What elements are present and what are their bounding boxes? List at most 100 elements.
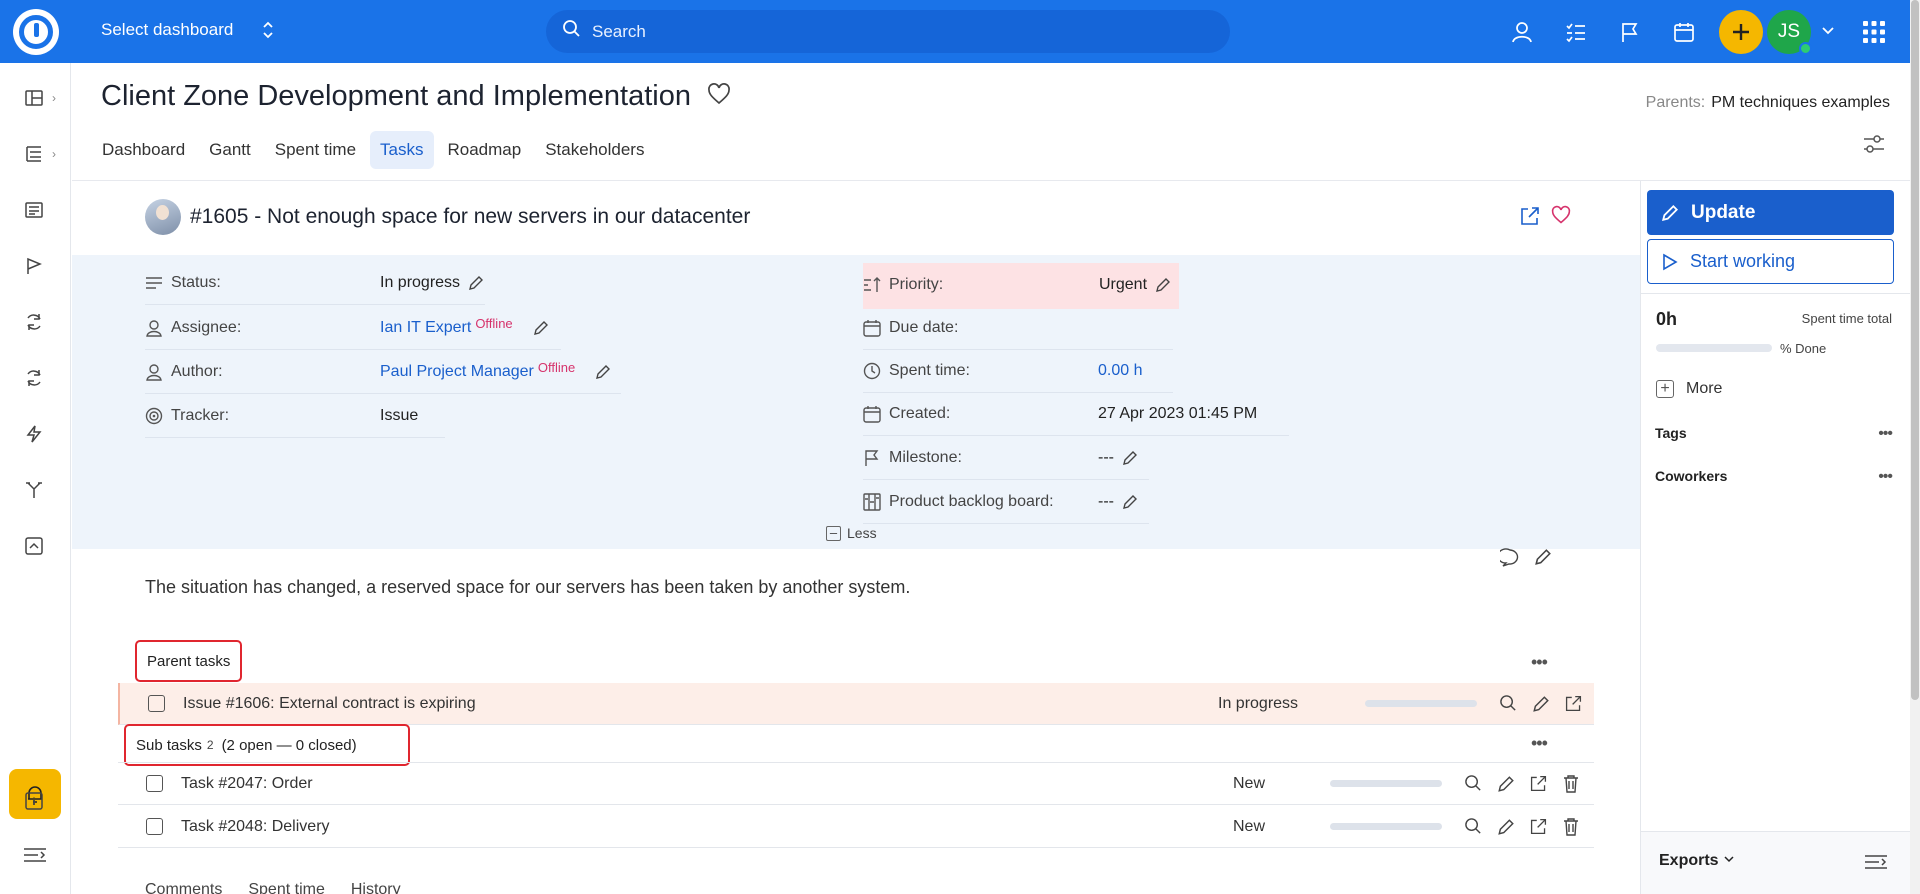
flag-icon[interactable]	[1603, 11, 1657, 54]
attr-backlog: Product backlog board: ---	[863, 481, 1149, 524]
search-icon[interactable]	[1464, 774, 1483, 793]
user-icon[interactable]	[1495, 11, 1549, 54]
trash-icon[interactable]	[1562, 817, 1580, 836]
tab-history[interactable]: History	[351, 881, 401, 894]
less-label: Less	[847, 525, 877, 541]
task-link[interactable]: Issue #1606: External contract is expiri…	[183, 695, 476, 713]
sliders-icon[interactable]	[1862, 133, 1886, 160]
rail-info[interactable]	[24, 786, 64, 816]
sub-task-row[interactable]: Task #2048: Delivery New	[118, 806, 1594, 848]
coworkers-menu-icon[interactable]: •••	[1878, 468, 1893, 486]
tab-roadmap[interactable]: Roadmap	[438, 131, 532, 169]
more-toggle[interactable]: + More	[1656, 380, 1722, 398]
exports-dropdown[interactable]: Exports	[1659, 852, 1735, 870]
add-button[interactable]	[1719, 10, 1763, 54]
rail-actions[interactable]	[24, 419, 64, 449]
chevron-down-icon[interactable]	[1820, 22, 1836, 43]
tab-comments[interactable]: Comments	[145, 881, 222, 894]
task-link[interactable]: Task #2047: Order	[181, 775, 313, 793]
rail-news[interactable]	[24, 195, 64, 225]
open-external-icon[interactable]	[1529, 774, 1548, 793]
author-avatar	[145, 199, 181, 235]
rail-dashboard[interactable]: ›	[24, 83, 64, 113]
user-avatar[interactable]: JS	[1767, 10, 1812, 55]
app-logo[interactable]	[13, 9, 59, 55]
tab-stakeholders[interactable]: Stakeholders	[535, 131, 654, 169]
open-external-icon[interactable]	[1519, 205, 1541, 232]
calendar-icon[interactable]	[1657, 11, 1711, 54]
rail-projects[interactable]: ›	[24, 139, 64, 169]
dashboard-select[interactable]: Select dashboard	[101, 20, 275, 40]
update-button[interactable]: Update	[1647, 190, 1894, 235]
search-icon[interactable]	[1499, 694, 1518, 713]
scrollbar-thumb[interactable]	[1911, 0, 1919, 700]
more-label: More	[1686, 380, 1723, 397]
trash-icon[interactable]	[1562, 774, 1580, 793]
priority-value[interactable]: Urgent	[1099, 276, 1171, 294]
edit-pencil-icon[interactable]	[1532, 695, 1550, 713]
assignee-link[interactable]: Ian IT Expert	[380, 319, 471, 337]
heart-icon[interactable]	[1551, 205, 1571, 232]
rail-sprints[interactable]	[24, 251, 64, 281]
edit-pencil-icon[interactable]	[1497, 775, 1515, 793]
parent-project-link[interactable]: PM techniques examples	[1711, 94, 1890, 111]
search-bar[interactable]	[546, 10, 1230, 53]
open-external-icon[interactable]	[1529, 817, 1548, 836]
open-external-icon[interactable]	[1564, 694, 1583, 713]
parent-task-row[interactable]: Issue #1606: External contract is expiri…	[118, 683, 1594, 725]
row-checkbox[interactable]	[146, 818, 163, 835]
parent-tasks-menu-icon[interactable]: •••	[1531, 652, 1548, 673]
row-checkbox[interactable]	[146, 775, 163, 792]
search-input[interactable]	[592, 21, 1092, 42]
rail-recurring[interactable]	[24, 363, 64, 393]
row-checkbox[interactable]	[148, 695, 165, 712]
chevron-right-icon: ›	[52, 91, 56, 105]
tab-spent-time-log[interactable]: Spent time	[248, 881, 324, 894]
comment-icon[interactable]	[1497, 548, 1520, 573]
rail-reports[interactable]	[24, 531, 64, 561]
heart-icon[interactable]	[707, 80, 731, 113]
calendar-icon	[863, 319, 889, 337]
calendar-icon	[863, 405, 889, 423]
page-title: Client Zone Development and Implementati…	[101, 80, 731, 113]
task-status: New	[1233, 817, 1266, 835]
tab-tasks[interactable]: Tasks	[370, 131, 434, 169]
edit-pencil-icon[interactable]	[533, 320, 549, 336]
start-working-button[interactable]: Start working	[1647, 239, 1894, 284]
spent-time-total-label: Spent time total	[1801, 311, 1892, 326]
backlog-value[interactable]: ---	[1098, 493, 1138, 511]
created-label: Created:	[889, 405, 951, 422]
less-toggle[interactable]: – Less	[826, 525, 877, 541]
tasks-list-icon[interactable]	[1549, 11, 1603, 54]
edit-pencil-icon[interactable]	[1497, 818, 1515, 836]
sub-tasks-menu-icon[interactable]: •••	[1531, 733, 1548, 754]
spent-time-value[interactable]: 0.00 h	[1098, 362, 1142, 380]
left-rail: › ›	[0, 63, 71, 894]
edit-pencil-icon[interactable]	[595, 364, 611, 380]
tab-spent-time[interactable]: Spent time	[265, 131, 366, 169]
priority-text: Urgent	[1099, 275, 1148, 293]
status-value[interactable]: In progress	[380, 274, 484, 292]
rail-sync[interactable]	[24, 307, 64, 337]
tab-gantt[interactable]: Gantt	[199, 131, 261, 169]
due-date-label: Due date:	[889, 319, 959, 336]
attr-tracker: Tracker: Issue	[145, 395, 445, 438]
tab-dashboard[interactable]: Dashboard	[92, 131, 195, 169]
rail-collapse[interactable]	[22, 840, 62, 870]
update-label: Update	[1691, 201, 1756, 223]
tracker-value: Issue	[380, 407, 419, 424]
sub-task-row[interactable]: Task #2047: Order New	[118, 763, 1594, 805]
milestone-value[interactable]: ---	[1098, 449, 1138, 467]
search-icon[interactable]	[1464, 817, 1483, 836]
issue-description: The situation has changed, a reserved sp…	[145, 577, 911, 597]
attr-milestone: Milestone: ---	[863, 437, 1149, 480]
edit-pencil-icon[interactable]	[1534, 548, 1552, 573]
tags-menu-icon[interactable]: •••	[1878, 425, 1893, 443]
author-link[interactable]: Paul Project Manager	[380, 363, 534, 381]
rail-workflow[interactable]	[24, 475, 64, 505]
task-link[interactable]: Task #2048: Delivery	[181, 818, 330, 836]
collapse-sidebar-icon[interactable]	[1863, 852, 1889, 877]
spent-hours: 0h	[1656, 309, 1678, 329]
sidebar-footer: Exports	[1641, 831, 1911, 894]
apps-grid-icon[interactable]	[1862, 20, 1886, 49]
